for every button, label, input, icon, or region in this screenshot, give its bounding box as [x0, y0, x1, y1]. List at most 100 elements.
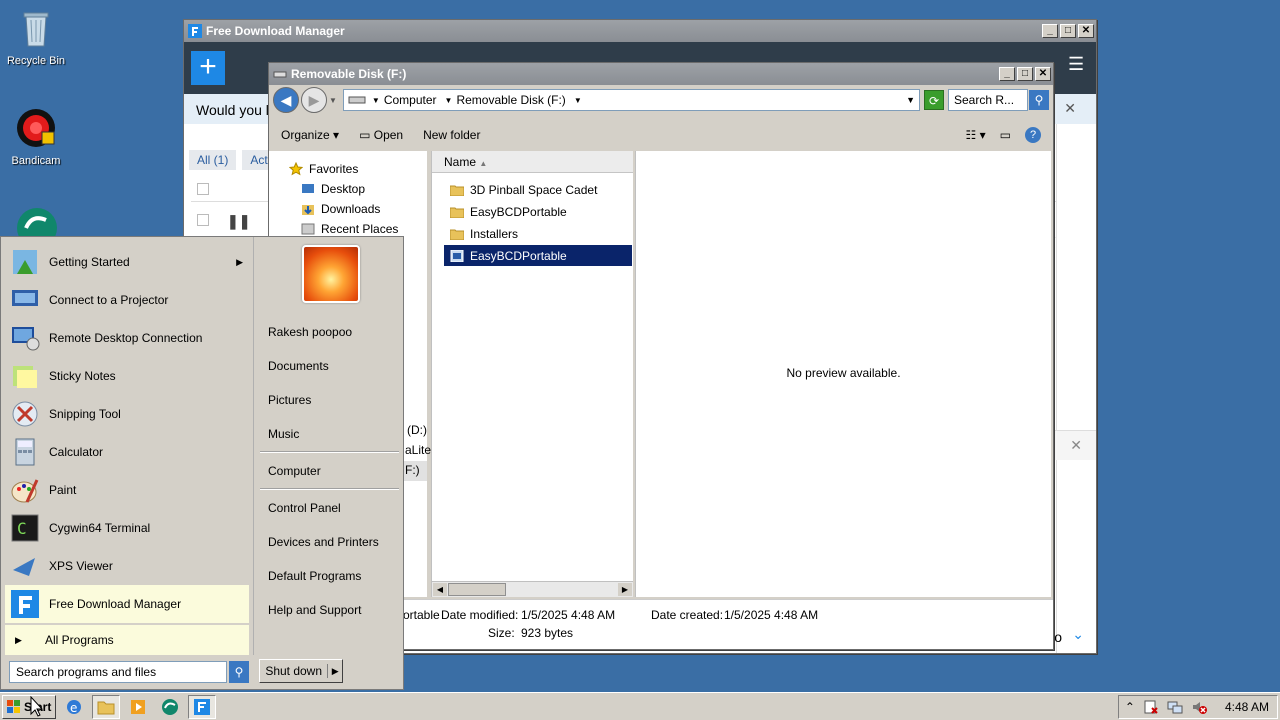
edge-app-icon[interactable]: [16, 204, 58, 236]
program-connect-projector[interactable]: Connect to a Projector: [5, 281, 249, 319]
refresh-button[interactable]: ⟳: [924, 90, 944, 110]
desktop-icon-recycle-bin[interactable]: Recycle Bin: [0, 8, 72, 67]
show-hidden-icons-icon[interactable]: ⌃: [1125, 700, 1135, 714]
program-snipping-tool[interactable]: Snipping Tool: [5, 395, 249, 433]
music-link[interactable]: Music: [268, 427, 299, 441]
computer-link[interactable]: Computer: [268, 464, 321, 478]
taskbar-explorer[interactable]: [92, 694, 120, 719]
program-calculator[interactable]: Calculator: [5, 433, 249, 471]
search-icon[interactable]: ⚲: [229, 661, 249, 683]
bottom-close-button[interactable]: ✕: [1070, 437, 1082, 454]
nav-desktop[interactable]: Desktop: [269, 179, 427, 199]
folder-icon: [450, 207, 464, 218]
volume-muted-icon[interactable]: [1191, 699, 1207, 715]
shutdown-button[interactable]: Shut down ▶: [259, 659, 343, 683]
fdm-icon: [11, 590, 39, 618]
taskbar-ie[interactable]: e: [60, 695, 88, 719]
view-options-icon[interactable]: ☷ ▾: [966, 128, 986, 142]
start-button[interactable]: Start: [2, 694, 56, 719]
action-center-icon[interactable]: [1143, 699, 1159, 715]
scroll-right-button[interactable]: ▶: [618, 583, 632, 596]
row-checkbox[interactable]: [197, 214, 209, 226]
pictures-link[interactable]: Pictures: [268, 393, 311, 407]
nav-favorites[interactable]: Favorites: [269, 159, 427, 179]
minimize-button[interactable]: _: [999, 67, 1015, 81]
taskbar-fdm[interactable]: [188, 694, 216, 719]
maximize-button[interactable]: □: [1060, 24, 1076, 38]
taskbar-media-player[interactable]: [124, 695, 152, 719]
nav-downloads[interactable]: Downloads: [269, 199, 427, 219]
select-all-checkbox[interactable]: [197, 183, 209, 195]
fdm-icon: [194, 698, 210, 715]
search-icon[interactable]: ⚲: [1029, 90, 1049, 110]
nav-drive-d[interactable]: (D:): [407, 423, 427, 437]
add-download-button[interactable]: +: [191, 51, 225, 85]
list-item[interactable]: EasyBCDPortable: [444, 201, 632, 222]
date-modified-label: Date modified:: [441, 608, 519, 622]
preview-pane-icon[interactable]: ▭: [1000, 128, 1011, 142]
program-free-download-manager[interactable]: Free Download Manager: [5, 585, 249, 623]
breadcrumb-arrow-icon[interactable]: ▼: [445, 96, 453, 105]
nav-drive-f[interactable]: F:): [403, 461, 427, 481]
documents-link[interactable]: Documents: [268, 359, 329, 373]
close-button[interactable]: ✕: [1035, 67, 1051, 81]
program-paint[interactable]: Paint: [5, 471, 249, 509]
program-remote-desktop[interactable]: Remote Desktop Connection: [5, 319, 249, 357]
all-programs-button[interactable]: ▶ All Programs: [5, 625, 249, 655]
clock[interactable]: 4:48 AM: [1225, 700, 1269, 714]
minimize-button[interactable]: _: [1042, 24, 1058, 38]
close-button[interactable]: ✕: [1078, 24, 1094, 38]
devices-printers-link[interactable]: Devices and Printers: [268, 535, 379, 549]
breadcrumb-arrow-icon[interactable]: ▼: [574, 96, 582, 105]
explorer-titlebar[interactable]: Removable Disk (F:) _ □ ✕: [269, 63, 1053, 85]
program-cygwin-terminal[interactable]: C Cygwin64 Terminal: [5, 509, 249, 547]
program-sticky-notes[interactable]: Sticky Notes: [5, 357, 249, 395]
forward-button[interactable]: ▶: [301, 87, 327, 113]
control-panel-link[interactable]: Control Panel: [268, 501, 341, 515]
list-item[interactable]: 3D Pinball Space Cadet: [444, 179, 632, 200]
fdm-titlebar[interactable]: Free Download Manager _ □ ✕: [184, 20, 1096, 42]
scroll-left-button[interactable]: ◀: [433, 583, 447, 596]
organize-button[interactable]: Organize ▾: [281, 128, 339, 142]
help-icon[interactable]: ?: [1025, 127, 1041, 143]
tab-all[interactable]: All (1): [189, 150, 237, 170]
address-bar[interactable]: ▼ Computer ▼ Removable Disk (F:) ▼ ▼: [342, 89, 920, 111]
list-item[interactable]: Installers: [444, 223, 632, 244]
address-dropdown-icon[interactable]: ▼: [906, 95, 915, 105]
taskbar-edge[interactable]: [156, 695, 184, 719]
shutdown-options-icon[interactable]: ▶: [328, 666, 342, 677]
breadcrumb-arrow-icon[interactable]: ▼: [372, 96, 380, 105]
user-name-link[interactable]: Rakesh poopoo: [268, 325, 352, 339]
open-button[interactable]: ▭ Open: [359, 128, 403, 142]
search-input[interactable]: Search R...: [948, 89, 1028, 111]
maximize-button[interactable]: □: [1017, 67, 1033, 81]
horizontal-scrollbar[interactable]: ◀ ▶: [432, 581, 633, 597]
scroll-thumb[interactable]: [448, 583, 506, 596]
breadcrumb-computer[interactable]: Computer: [384, 93, 437, 107]
all-programs-arrow-icon: ▶: [15, 634, 22, 645]
start-search-input[interactable]: Search programs and files: [9, 661, 227, 683]
banner-close-button[interactable]: ✕: [1064, 100, 1076, 117]
desktop-icon-bandicam[interactable]: Bandicam: [0, 108, 72, 167]
program-label: Connect to a Projector: [49, 293, 169, 307]
new-folder-button[interactable]: New folder: [423, 128, 480, 142]
folder-icon: [450, 185, 464, 196]
media-player-icon: [131, 699, 145, 714]
column-header-name[interactable]: Name ▲: [432, 151, 633, 173]
history-dropdown-icon[interactable]: ▼: [329, 96, 337, 105]
help-support-link[interactable]: Help and Support: [268, 603, 361, 617]
sticky-notes-icon: [13, 366, 37, 388]
default-programs-link[interactable]: Default Programs: [268, 569, 361, 583]
program-getting-started[interactable]: Getting Started ▶: [5, 243, 249, 281]
pause-icon[interactable]: ❚❚: [227, 213, 250, 230]
list-item-selected[interactable]: EasyBCDPortable: [444, 245, 632, 266]
program-xps-viewer[interactable]: XPS Viewer: [5, 547, 249, 585]
chevron-down-icon[interactable]: ⌄: [1072, 626, 1084, 643]
hamburger-menu-icon[interactable]: ☰: [1068, 55, 1086, 74]
nav-drive-lite[interactable]: aLite: [405, 443, 431, 457]
back-button[interactable]: ◀: [273, 87, 299, 113]
breadcrumb-removable-disk[interactable]: Removable Disk (F:): [456, 93, 565, 107]
user-avatar[interactable]: [302, 245, 360, 303]
network-icon[interactable]: [1167, 699, 1183, 715]
desktop-icon-label: Recycle Bin: [6, 55, 66, 67]
